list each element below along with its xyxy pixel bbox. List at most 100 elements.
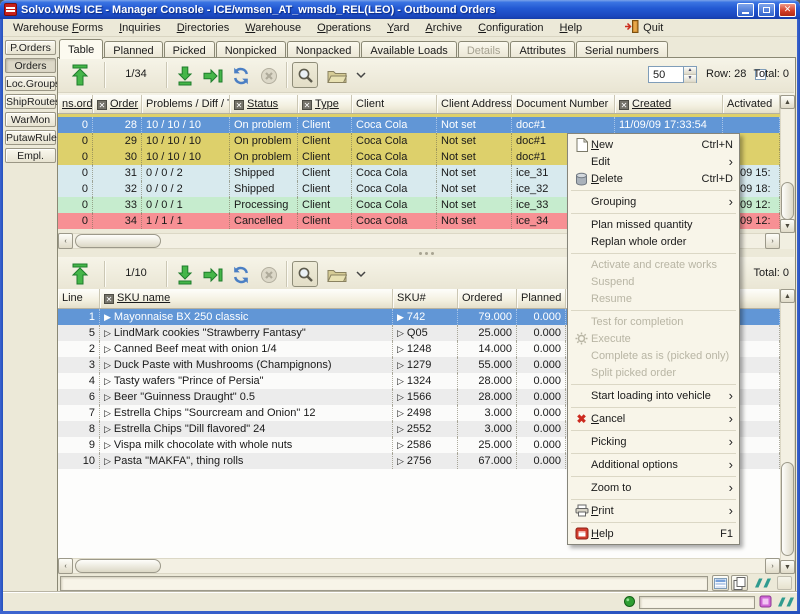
menu-item-help[interactable]: Help: [552, 20, 591, 36]
close-button[interactable]: ✕: [779, 3, 796, 17]
context-menu-item-plan-missed-quantity[interactable]: Plan missed quantity: [568, 216, 739, 233]
context-menu-item-help[interactable]: HelpF1: [568, 525, 739, 542]
sidebar-item-porders[interactable]: P.Orders: [5, 40, 56, 55]
column-header-status[interactable]: ✕Status: [230, 95, 298, 113]
go-next-button[interactable]: [172, 63, 198, 89]
scroll-down-icon[interactable]: ▼: [780, 560, 795, 574]
scroll-left-icon[interactable]: ‹: [58, 233, 73, 249]
menu-item-archive[interactable]: Archive: [417, 20, 470, 36]
order-row[interactable]: 02810 / 10 / 10On problemClientCoca Cola…: [58, 117, 780, 133]
scroll-right-icon[interactable]: ›: [765, 233, 780, 249]
lines-vscroll-thumb[interactable]: [781, 462, 794, 556]
scroll-right-icon[interactable]: ›: [765, 558, 780, 574]
more-options-chevron[interactable]: [354, 266, 368, 282]
lines-hscroll-thumb[interactable]: [75, 559, 161, 573]
sidebar-item-shiproutes[interactable]: ShipRoutes: [5, 94, 56, 109]
spinner-arrows[interactable]: ▲▼: [683, 67, 696, 82]
context-menu-item-grouping[interactable]: Grouping›: [568, 193, 739, 210]
column-header-ordered[interactable]: Ordered: [458, 289, 517, 308]
expander-icon[interactable]: ▷: [104, 408, 111, 419]
context-menu-item-new[interactable]: NewCtrl+N: [568, 136, 739, 153]
expander-icon[interactable]: ▷: [397, 328, 404, 339]
maximize-button[interactable]: [758, 3, 775, 17]
context-menu-item-edit[interactable]: Edit›: [568, 153, 739, 170]
view-rows-button[interactable]: [712, 575, 729, 591]
column-header-created[interactable]: ✕Created: [615, 95, 723, 113]
context-menu-item-replan-whole-order[interactable]: Replan whole order: [568, 233, 739, 250]
expander-icon[interactable]: ▷: [397, 344, 404, 355]
menu-item-inquiries[interactable]: Inquiries: [111, 20, 169, 36]
refresh-button[interactable]: [228, 262, 254, 288]
filter-clear-icon[interactable]: ✕: [97, 100, 107, 110]
expander-icon[interactable]: ▶: [397, 312, 404, 323]
sidebar-item-putawrules[interactable]: PutawRules: [5, 130, 56, 145]
lines-hscrollbar[interactable]: [58, 558, 780, 574]
refresh-button[interactable]: [228, 63, 254, 89]
sidebar-item-empl[interactable]: Empl.: [5, 148, 56, 163]
column-header-document-number[interactable]: Document Number: [512, 95, 615, 113]
spin-down-icon[interactable]: ▼: [684, 75, 696, 83]
column-header-client-address[interactable]: Client Address: [437, 95, 512, 113]
copy-button[interactable]: [731, 575, 748, 591]
filter-clear-icon[interactable]: ✕: [619, 100, 629, 110]
open-button[interactable]: [324, 63, 350, 89]
column-header-type[interactable]: ✕Type: [298, 95, 352, 113]
sidebar-item-locgroups[interactable]: Loc.Groups: [5, 76, 56, 91]
filter-clear-icon[interactable]: ✕: [104, 294, 114, 304]
go-next-button[interactable]: [172, 262, 198, 288]
search-button[interactable]: [292, 62, 318, 88]
tab-table[interactable]: Table: [59, 39, 103, 59]
expander-icon[interactable]: ▷: [397, 392, 404, 403]
filter-clear-icon[interactable]: ✕: [302, 100, 312, 110]
context-menu-item-additional-options[interactable]: Additional options›: [568, 456, 739, 473]
context-menu-item-print[interactable]: Print›: [568, 502, 739, 519]
minimize-button[interactable]: [737, 3, 754, 17]
open-button[interactable]: [324, 262, 350, 288]
column-header-activated[interactable]: Activated: [723, 95, 780, 113]
go-last-button[interactable]: [200, 63, 226, 89]
column-header-ns-order[interactable]: ns.order: [58, 95, 93, 113]
menu-item-yard[interactable]: Yard: [379, 20, 417, 36]
scroll-up-icon[interactable]: ▲: [780, 289, 795, 303]
column-header-client[interactable]: Client: [352, 95, 437, 113]
expander-icon[interactable]: ▷: [104, 344, 111, 355]
fast-forward-icon[interactable]: [751, 578, 773, 591]
page-size-spinner[interactable]: 50 ▲▼: [648, 66, 697, 83]
expander-icon[interactable]: ▷: [104, 440, 111, 451]
expander-icon[interactable]: ▷: [104, 424, 111, 435]
expander-icon[interactable]: ▷: [397, 424, 404, 435]
context-menu-item-picking[interactable]: Picking›: [568, 433, 739, 450]
sidebar-item-orders[interactable]: Orders: [5, 58, 56, 73]
context-menu-item-delete[interactable]: DeleteCtrl+D: [568, 170, 739, 187]
context-menu-item-cancel[interactable]: ✖Cancel›: [568, 410, 739, 427]
spin-up-icon[interactable]: ▲: [684, 67, 696, 75]
expander-icon[interactable]: ▷: [104, 376, 111, 387]
context-menu-item-zoom-to[interactable]: Zoom to›: [568, 479, 739, 496]
menu-item-configuration[interactable]: Configuration: [470, 20, 551, 36]
expander-icon[interactable]: ▷: [397, 360, 404, 371]
search-button[interactable]: [292, 261, 318, 287]
orders-vscroll-thumb[interactable]: [781, 182, 794, 220]
expander-icon[interactable]: ▷: [104, 392, 111, 403]
expander-icon[interactable]: ▷: [397, 440, 404, 451]
quick-filter-field[interactable]: [60, 576, 708, 591]
orders-hscroll-thumb[interactable]: [75, 234, 161, 248]
filter-clear-icon[interactable]: ✕: [234, 100, 244, 110]
expander-icon[interactable]: ▷: [104, 360, 111, 371]
scroll-up-icon[interactable]: ▲: [780, 95, 795, 109]
column-header-line[interactable]: Line: [58, 289, 100, 308]
more-options-chevron[interactable]: [354, 67, 368, 83]
menu-item-quit[interactable]: Quit: [616, 18, 671, 38]
expander-icon[interactable]: ▷: [104, 456, 111, 467]
go-top-button[interactable]: [62, 61, 98, 89]
go-last-button[interactable]: [200, 262, 226, 288]
expander-icon[interactable]: ▶: [104, 312, 111, 323]
expander-icon[interactable]: ▷: [397, 408, 404, 419]
menu-item-warehouse-forms[interactable]: Warehouse Forms: [5, 20, 111, 36]
go-top-button[interactable]: [62, 260, 98, 288]
column-header-problems-diff-total[interactable]: Problems / Diff / Total: [142, 95, 230, 113]
sidebar-item-warmon[interactable]: WarMon: [5, 112, 56, 127]
context-menu-item-start-loading-into-vehicle[interactable]: Start loading into vehicle›: [568, 387, 739, 404]
expander-icon[interactable]: ▷: [397, 376, 404, 387]
scroll-down-icon[interactable]: ▼: [780, 219, 795, 233]
